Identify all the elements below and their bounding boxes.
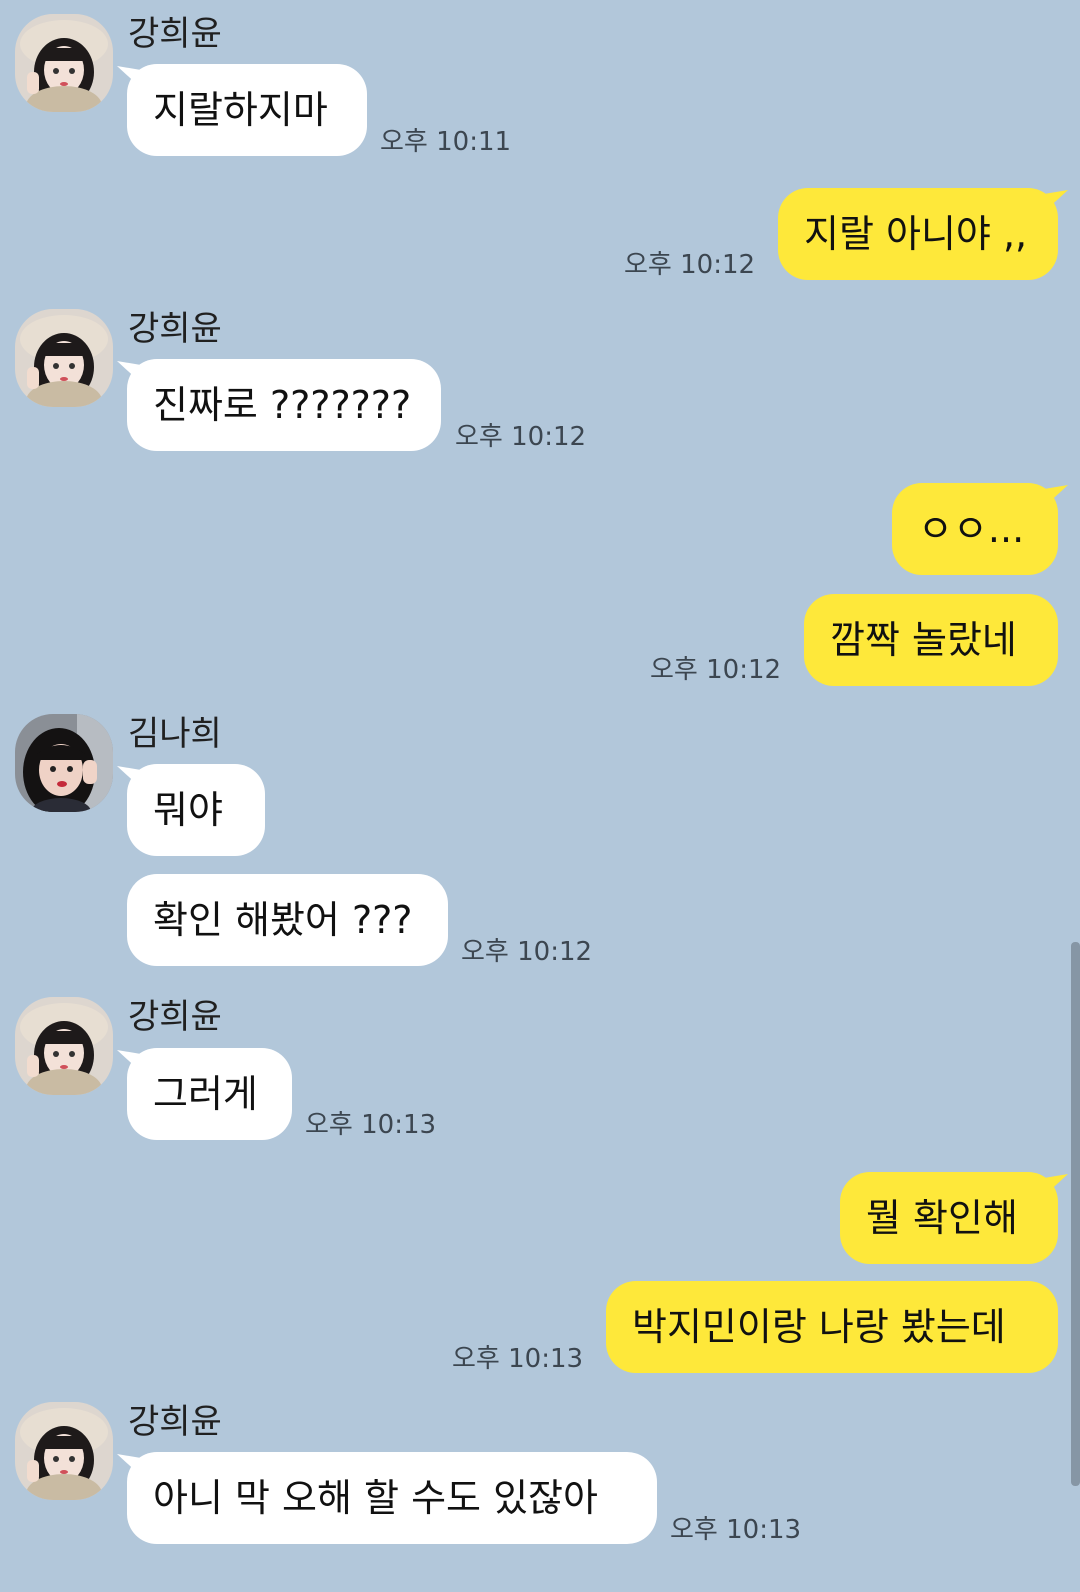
sender-name: 강희윤 xyxy=(128,997,222,1037)
sender-name: 김나희 xyxy=(128,714,222,754)
sender-name: 강희윤 xyxy=(128,14,222,54)
message-text: 박지민이랑 나랑 봤는데 xyxy=(632,1305,1006,1349)
bubble-tail-icon xyxy=(1044,1174,1068,1196)
message-time: 오후 10:13 xyxy=(670,1515,802,1545)
message-bubble-outgoing[interactable]: 깜짝 놀랐네 xyxy=(804,594,1058,686)
scrollbar[interactable] xyxy=(1071,942,1080,1486)
sender-name: 강희윤 xyxy=(128,309,222,349)
message-bubble-incoming[interactable]: 진짜로 ??????? xyxy=(117,359,441,451)
message-bubble-incoming[interactable]: 뭐야 xyxy=(117,764,265,856)
chat-area[interactable]: 강희윤 지랄하지마 오후 10:11 지랄 아니야 ,, 오후 10:12 강희… xyxy=(0,0,1080,1592)
message-text: ㅇㅇ... xyxy=(918,507,1025,551)
message-text: 깜짝 놀랐네 xyxy=(830,618,1017,662)
sender-name: 강희윤 xyxy=(128,1402,222,1442)
bubble-tail-icon xyxy=(1044,190,1068,212)
profile-photo-icon xyxy=(15,1402,113,1500)
message-time: 오후 10:13 xyxy=(452,1344,584,1374)
message-time: 오후 10:11 xyxy=(380,127,512,157)
bubble-tail-icon xyxy=(117,66,141,88)
avatar[interactable] xyxy=(15,997,113,1095)
message-text: 지랄하지마 xyxy=(153,88,328,132)
message-bubble-incoming[interactable]: 그러게 xyxy=(117,1048,292,1140)
message-text: 그러게 xyxy=(153,1072,258,1116)
message-bubble-incoming[interactable]: 확인 해봤어 ??? xyxy=(127,874,448,966)
message-bubble-outgoing[interactable]: 박지민이랑 나랑 봤는데 xyxy=(606,1281,1058,1373)
message-text: 지랄 아니야 ,, xyxy=(804,212,1028,256)
message-text: 확인 해봤어 ??? xyxy=(153,898,413,942)
profile-photo-icon xyxy=(15,997,113,1095)
message-bubble-outgoing[interactable]: ㅇㅇ... xyxy=(892,483,1068,575)
avatar[interactable] xyxy=(15,714,113,812)
message-time: 오후 10:13 xyxy=(305,1110,437,1140)
message-text: 뭐야 xyxy=(153,788,223,832)
message-text: 아니 막 오해 할 수도 있잖아 xyxy=(153,1476,598,1520)
avatar[interactable] xyxy=(15,1402,113,1500)
message-time: 오후 10:12 xyxy=(455,422,587,452)
avatar[interactable] xyxy=(15,309,113,407)
avatar[interactable] xyxy=(15,14,113,112)
bubble-tail-icon xyxy=(117,361,141,383)
bubble-tail-icon xyxy=(1044,485,1068,507)
profile-photo-icon xyxy=(15,14,113,112)
message-bubble-outgoing[interactable]: 뭘 확인해 xyxy=(840,1172,1068,1264)
bubble-tail-icon xyxy=(117,1454,141,1476)
bubble-tail-icon xyxy=(117,1050,141,1072)
message-time: 오후 10:12 xyxy=(624,250,756,280)
message-time: 오후 10:12 xyxy=(461,937,593,967)
message-bubble-outgoing[interactable]: 지랄 아니야 ,, xyxy=(778,188,1068,280)
message-bubble-incoming[interactable]: 아니 막 오해 할 수도 있잖아 xyxy=(117,1452,657,1544)
message-text: 뭘 확인해 xyxy=(866,1196,1018,1240)
message-bubble-incoming[interactable]: 지랄하지마 xyxy=(117,64,367,156)
message-text: 진짜로 ??????? xyxy=(153,383,412,427)
message-time: 오후 10:12 xyxy=(650,655,782,685)
profile-photo-icon xyxy=(15,714,113,812)
profile-photo-icon xyxy=(15,309,113,407)
bubble-tail-icon xyxy=(117,766,141,788)
